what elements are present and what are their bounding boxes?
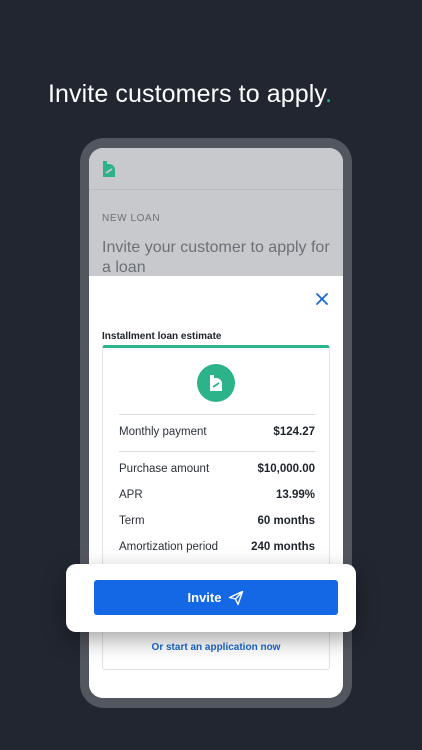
row-label: Purchase amount [119,463,210,475]
brand-logo-icon [210,375,222,391]
monthly-payment-row: Monthly payment $124.27 [119,426,315,438]
estimate-sheet: Installment loan estimate Monthly paymen… [89,276,343,698]
row-label: APR [119,489,143,501]
monthly-payment-label: Monthly payment [119,426,207,438]
row-value: 60 months [257,515,315,527]
promo-headline: Invite customers to apply. [48,80,332,109]
monthly-payment-value: $124.27 [273,426,315,438]
headline-dot: . [325,80,333,108]
row-label: Amortization period [119,541,219,553]
divider [119,451,315,452]
row-label: Term [119,515,145,527]
invite-button-label: Invite [187,590,222,605]
term-row: Term 60 months [119,515,315,527]
amortization-row: Amortization period 240 months [119,541,315,553]
page-heading: Invite your customer to apply for a loan [102,239,330,276]
app-header [89,148,343,190]
row-value: $10,000.00 [257,463,315,475]
start-application-link[interactable]: Or start an application now [103,642,329,653]
close-icon[interactable] [315,292,329,306]
send-icon [229,590,244,605]
apr-row: APR 13.99% [119,489,315,501]
headline-text: Invite customers to apply [48,80,326,108]
section-label: NEW LOAN [102,213,161,224]
estimate-title: Installment loan estimate [102,331,222,342]
row-value: 240 months [251,541,315,553]
brand-logo-icon [103,161,115,177]
divider [119,414,315,415]
invite-button[interactable]: Invite [94,580,338,615]
invite-callout: Invite [66,564,356,632]
purchase-amount-row: Purchase amount $10,000.00 [119,463,315,475]
card-brand-logo [197,364,235,402]
row-value: 13.99% [275,489,315,501]
